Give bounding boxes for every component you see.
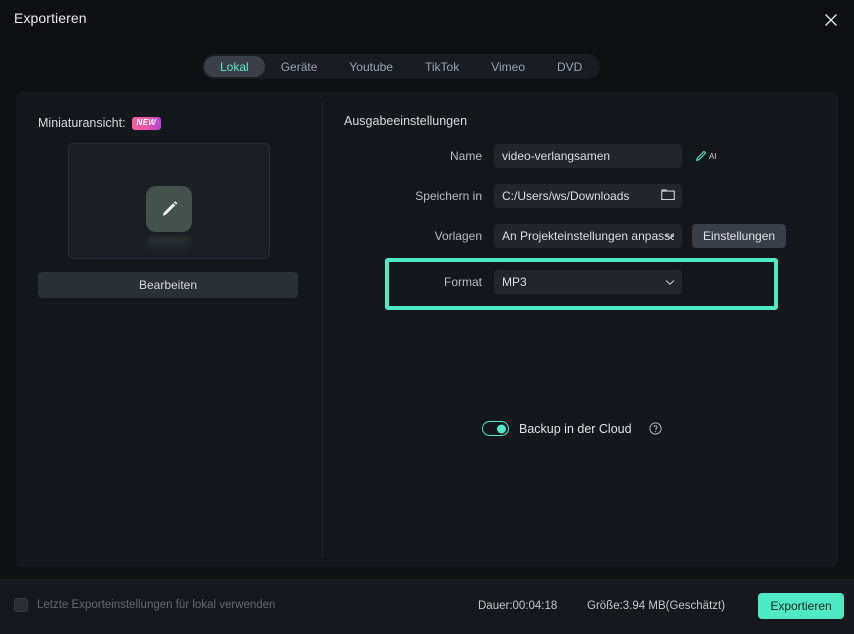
tab-dvd[interactable]: DVD xyxy=(541,56,598,77)
format-label: Format xyxy=(443,275,482,289)
export-target-tabs: Lokal Geräte Youtube TikTok Vimeo DVD xyxy=(202,54,601,79)
name-value: video-verlangsamen xyxy=(502,149,611,163)
checkbox-box xyxy=(14,598,28,612)
output-settings-section: Ausgabeeinstellungen Name video-verlangs… xyxy=(344,114,814,310)
remember-settings-checkbox[interactable]: Letzte Exporteinstellungen für lokal ver… xyxy=(14,598,275,612)
templates-select[interactable]: An Projekteinstellungen anpassen xyxy=(494,224,682,248)
save-location-value: C:/Users/ws/Downloads xyxy=(502,189,630,203)
cloud-backup-label: Backup in der Cloud xyxy=(519,421,632,436)
name-input[interactable]: video-verlangsamen xyxy=(494,144,682,168)
export-button[interactable]: Exportieren xyxy=(758,593,844,619)
save-location-input[interactable]: C:/Users/ws/Downloads xyxy=(494,184,682,208)
duration-text: Dauer:00:04:18 xyxy=(478,600,558,612)
pencil-edit-icon xyxy=(146,186,192,232)
format-select[interactable]: MP3 xyxy=(494,270,682,294)
dialog-footer: Letzte Exporteinstellungen für lokal ver… xyxy=(0,579,854,634)
export-dialog: Exportieren Lokal Geräte Youtube TikTok … xyxy=(0,0,854,634)
format-value: MP3 xyxy=(502,275,527,289)
help-circle-icon[interactable] xyxy=(648,422,662,435)
size-text: Größe:3.94 MB(Geschätzt) xyxy=(587,600,726,612)
save-location-label: Speichern in xyxy=(415,189,482,203)
tab-geraete[interactable]: Geräte xyxy=(265,56,334,77)
settings-button[interactable]: Einstellungen xyxy=(692,224,787,248)
output-settings-title: Ausgabeeinstellungen xyxy=(344,114,468,128)
thumbnail-header: Miniaturansicht: NEW xyxy=(38,114,300,132)
tab-vimeo[interactable]: Vimeo xyxy=(475,56,541,77)
templates-row: Vorlagen An Projekteinstellungen anpasse… xyxy=(344,224,814,248)
templates-label: Vorlagen xyxy=(434,229,482,243)
settings-panel: Miniaturansicht: NEW Bearbeiten Ausgabee… xyxy=(16,92,838,567)
column-divider xyxy=(322,102,323,557)
cloud-backup-row: Backup in der Cloud xyxy=(482,421,662,436)
folder-icon[interactable] xyxy=(661,189,675,204)
thumbnail-reflection xyxy=(146,236,192,254)
format-row: Format MP3 xyxy=(344,270,814,294)
tab-lokal[interactable]: Lokal xyxy=(204,56,265,77)
thumbnail-label: Miniaturansicht: xyxy=(38,116,126,130)
name-row: Name video-verlangsamen AI xyxy=(344,144,814,168)
chevron-down-icon xyxy=(665,275,675,289)
thumbnail-preview[interactable] xyxy=(68,143,270,259)
page-title: Exportieren xyxy=(14,10,87,26)
thumbnail-section: Miniaturansicht: NEW Bearbeiten xyxy=(38,114,300,298)
new-badge: NEW xyxy=(131,116,162,130)
close-icon[interactable] xyxy=(816,5,846,35)
tab-tiktok[interactable]: TikTok xyxy=(409,56,475,77)
edit-thumbnail-button[interactable]: Bearbeiten xyxy=(38,272,298,298)
toggle-knob xyxy=(497,424,506,433)
ai-pen-label: AI xyxy=(709,151,717,161)
name-label: Name xyxy=(449,149,482,163)
templates-value: An Projekteinstellungen anpassen xyxy=(502,229,674,243)
title-bar: Exportieren xyxy=(0,0,854,40)
tab-youtube[interactable]: Youtube xyxy=(333,56,409,77)
save-location-row: Speichern in C:/Users/ws/Downloads xyxy=(344,184,814,208)
cloud-backup-toggle[interactable] xyxy=(482,421,509,436)
remember-settings-label: Letzte Exporteinstellungen für lokal ver… xyxy=(37,599,276,611)
ai-pen-icon[interactable]: AI xyxy=(694,149,717,163)
